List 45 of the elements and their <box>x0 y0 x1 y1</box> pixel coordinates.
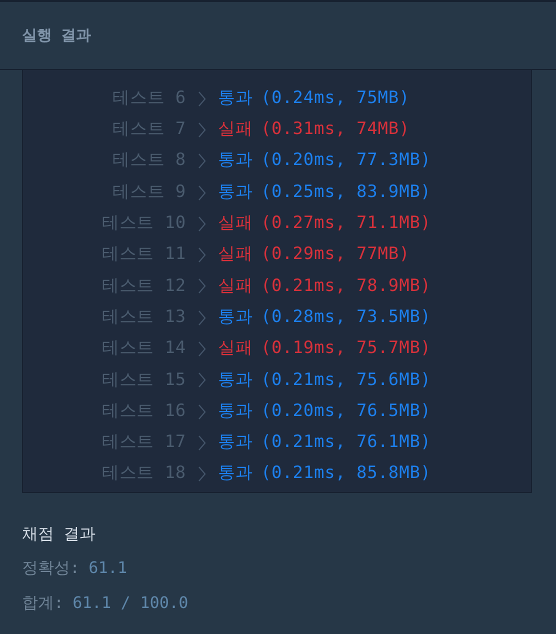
test-status: 실패 <box>218 337 253 360</box>
test-status: 통과 <box>218 86 253 110</box>
test-status: 통과 <box>218 180 253 204</box>
test-status: 통과 <box>218 368 253 392</box>
grading-title: 채점 결과 <box>22 523 97 545</box>
test-detail: (0.20ms, 76.5MB) <box>260 400 431 423</box>
test-detail: (0.19ms, 75.7MB) <box>260 337 431 360</box>
test-status: 실패 <box>218 212 253 236</box>
test-status: 실패 <box>218 274 253 298</box>
score-label: 합계: <box>22 592 64 614</box>
chevron-right-icon <box>198 404 206 420</box>
chevron-right-icon <box>198 90 206 107</box>
test-detail: (0.21ms, 78.9MB) <box>260 274 431 298</box>
score-label: 정확성: <box>22 556 80 578</box>
chevron-right-icon <box>198 434 206 451</box>
test-detail: (0.24ms, 75MB) <box>260 86 410 110</box>
chevron-right-icon <box>198 153 206 170</box>
test-detail: (0.29ms, 77MB) <box>260 243 410 266</box>
chevron-right-icon <box>198 310 206 326</box>
test-status: 통과 <box>218 306 253 329</box>
test-status: 실패 <box>218 118 253 142</box>
test-detail: (0.20ms, 77.3MB) <box>260 149 431 172</box>
score-value: 61.1 <box>88 556 128 578</box>
chevron-right-icon <box>198 372 206 388</box>
test-detail: (0.21ms, 76.1MB) <box>260 431 431 454</box>
chevron-right-icon <box>198 341 206 358</box>
chevron-right-icon <box>198 216 206 232</box>
chevron-right-icon <box>198 278 206 294</box>
chevron-right-icon <box>198 466 206 482</box>
test-detail: (0.25ms, 83.9MB) <box>260 180 431 204</box>
score-value: 61.1 / 100.0 <box>72 592 188 614</box>
chevron-right-icon <box>198 122 206 138</box>
test-detail: (0.28ms, 73.5MB) <box>260 306 431 329</box>
test-status: 통과 <box>218 149 253 172</box>
test-status: 통과 <box>218 462 253 486</box>
test-detail: (0.31ms, 74MB) <box>260 118 410 142</box>
chevron-right-icon <box>198 247 206 264</box>
test-detail: (0.21ms, 85.8MB) <box>260 462 431 486</box>
chevron-right-icon <box>198 184 206 201</box>
panel-title: 실행 결과 <box>22 25 92 46</box>
test-detail: (0.21ms, 75.6MB) <box>260 368 431 392</box>
test-status: 통과 <box>218 431 253 454</box>
test-detail: (0.27ms, 71.1MB) <box>260 212 431 236</box>
test-status: 실패 <box>218 243 253 266</box>
test-status: 통과 <box>218 400 253 423</box>
